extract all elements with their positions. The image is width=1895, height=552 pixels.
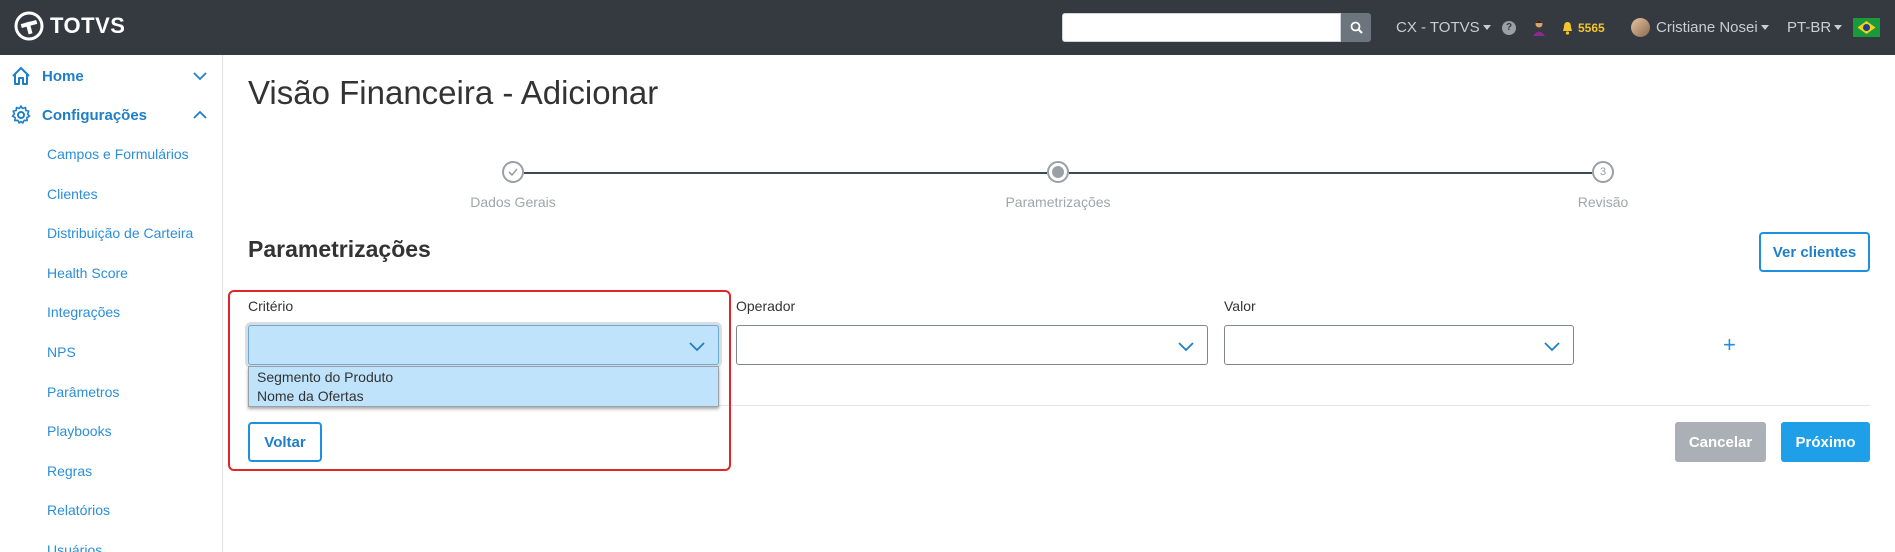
bell-icon bbox=[1563, 21, 1572, 35]
workspace-dropdown[interactable]: CX - TOTVS bbox=[1396, 0, 1491, 55]
sidebar-item-configuracoes[interactable]: Configurações bbox=[0, 100, 222, 130]
user-menu[interactable]: Cristiane Nosei bbox=[1631, 0, 1769, 55]
sidebar-subitem[interactable]: Clientes bbox=[47, 186, 98, 202]
sidebar-subitem[interactable]: Distribuição de Carteira bbox=[47, 225, 193, 241]
sidebar-subitem[interactable]: Campos e Formulários bbox=[47, 146, 189, 162]
person-icon bbox=[1533, 20, 1545, 36]
caret-down-icon bbox=[1834, 25, 1843, 30]
criterio-select[interactable] bbox=[248, 325, 719, 365]
home-icon bbox=[12, 67, 30, 85]
sidebar-subitem[interactable]: Relatórios bbox=[47, 502, 110, 518]
ver-clientes-button[interactable]: Ver clientes bbox=[1759, 232, 1870, 272]
step-2-indicator[interactable] bbox=[1047, 161, 1069, 183]
user-name: Cristiane Nosei bbox=[1656, 19, 1758, 36]
operador-select[interactable] bbox=[736, 325, 1208, 365]
step-label: Dados Gerais bbox=[470, 194, 556, 210]
step-1-indicator[interactable] bbox=[502, 161, 524, 183]
chevron-down-icon bbox=[1544, 342, 1560, 352]
sidebar: Home Configurações Campos e Formulários … bbox=[0, 55, 223, 552]
search-input[interactable] bbox=[1062, 13, 1341, 42]
brazil-flag-icon bbox=[1853, 18, 1880, 37]
section-title: Parametrizações bbox=[248, 236, 431, 262]
top-navbar: TOTVS CX - TOTVS ? 5565 Cristiane Nosei … bbox=[0, 0, 1895, 55]
sidebar-subitem[interactable]: Playbooks bbox=[47, 423, 112, 439]
sidebar-item-label: Home bbox=[42, 67, 84, 85]
workspace-label: CX - TOTVS bbox=[1396, 19, 1480, 36]
chevron-down-icon bbox=[1178, 342, 1194, 352]
sidebar-item-home[interactable]: Home bbox=[0, 61, 222, 91]
criterio-label: Critério bbox=[248, 298, 294, 314]
logo-text: TOTVS bbox=[50, 13, 126, 38]
notifications-button[interactable]: 5565 bbox=[1561, 0, 1605, 55]
search-button[interactable] bbox=[1341, 13, 1371, 42]
notification-count: 5565 bbox=[1578, 20, 1605, 35]
criterio-dropdown-list: Segmento do Produto Nome da Ofertas bbox=[248, 366, 719, 407]
add-criteria-button[interactable]: + bbox=[1723, 332, 1736, 358]
totvs-logo-icon bbox=[14, 11, 44, 41]
cancelar-button[interactable]: Cancelar bbox=[1675, 422, 1766, 462]
user-avatar bbox=[1631, 18, 1650, 37]
sidebar-subitem[interactable]: Regras bbox=[47, 463, 92, 479]
sidebar-subitem[interactable]: Integrações bbox=[47, 304, 120, 320]
operador-label: Operador bbox=[736, 298, 796, 314]
global-search bbox=[1062, 13, 1371, 42]
sidebar-subitem[interactable]: Parâmetros bbox=[47, 384, 119, 400]
dropdown-option[interactable]: Segmento do Produto bbox=[257, 369, 393, 385]
voltar-button[interactable]: Voltar bbox=[248, 422, 322, 462]
valor-select[interactable] bbox=[1224, 325, 1574, 365]
language-dropdown[interactable]: PT-BR bbox=[1787, 0, 1843, 55]
gear-icon bbox=[11, 105, 31, 124]
user-status-button[interactable] bbox=[1530, 0, 1548, 55]
stepper-line bbox=[1069, 172, 1592, 174]
check-icon bbox=[508, 168, 518, 177]
search-icon bbox=[1350, 21, 1363, 34]
step-label: Parametrizações bbox=[1005, 194, 1111, 210]
totvs-logo[interactable]: TOTVS bbox=[14, 11, 125, 41]
proximo-button[interactable]: Próximo bbox=[1781, 422, 1870, 462]
chevron-down-icon bbox=[193, 72, 207, 81]
sidebar-subitem[interactable]: Usuários bbox=[47, 542, 102, 552]
step-number: 3 bbox=[1599, 166, 1607, 178]
caret-down-icon bbox=[1482, 25, 1491, 30]
chevron-down-icon bbox=[689, 342, 705, 352]
sidebar-subitem[interactable]: NPS bbox=[47, 344, 76, 360]
caret-down-icon bbox=[1760, 25, 1769, 30]
step-3-indicator[interactable]: 3 bbox=[1592, 161, 1614, 183]
help-button[interactable]: ? bbox=[1502, 0, 1516, 55]
dropdown-option[interactable]: Nome da Ofertas bbox=[257, 388, 364, 404]
page-title: Visão Financeira - Adicionar bbox=[248, 74, 659, 111]
step-label: Revisão bbox=[1577, 194, 1629, 210]
help-icon: ? bbox=[1502, 20, 1516, 35]
language-flag[interactable] bbox=[1853, 0, 1880, 55]
language-label: PT-BR bbox=[1787, 19, 1832, 36]
sidebar-item-label: Configurações bbox=[42, 106, 148, 124]
sidebar-subitem[interactable]: Health Score bbox=[47, 265, 128, 281]
valor-label: Valor bbox=[1224, 298, 1256, 314]
chevron-up-icon bbox=[193, 110, 207, 119]
current-step-dot bbox=[1052, 166, 1064, 178]
stepper-line bbox=[524, 172, 1047, 174]
